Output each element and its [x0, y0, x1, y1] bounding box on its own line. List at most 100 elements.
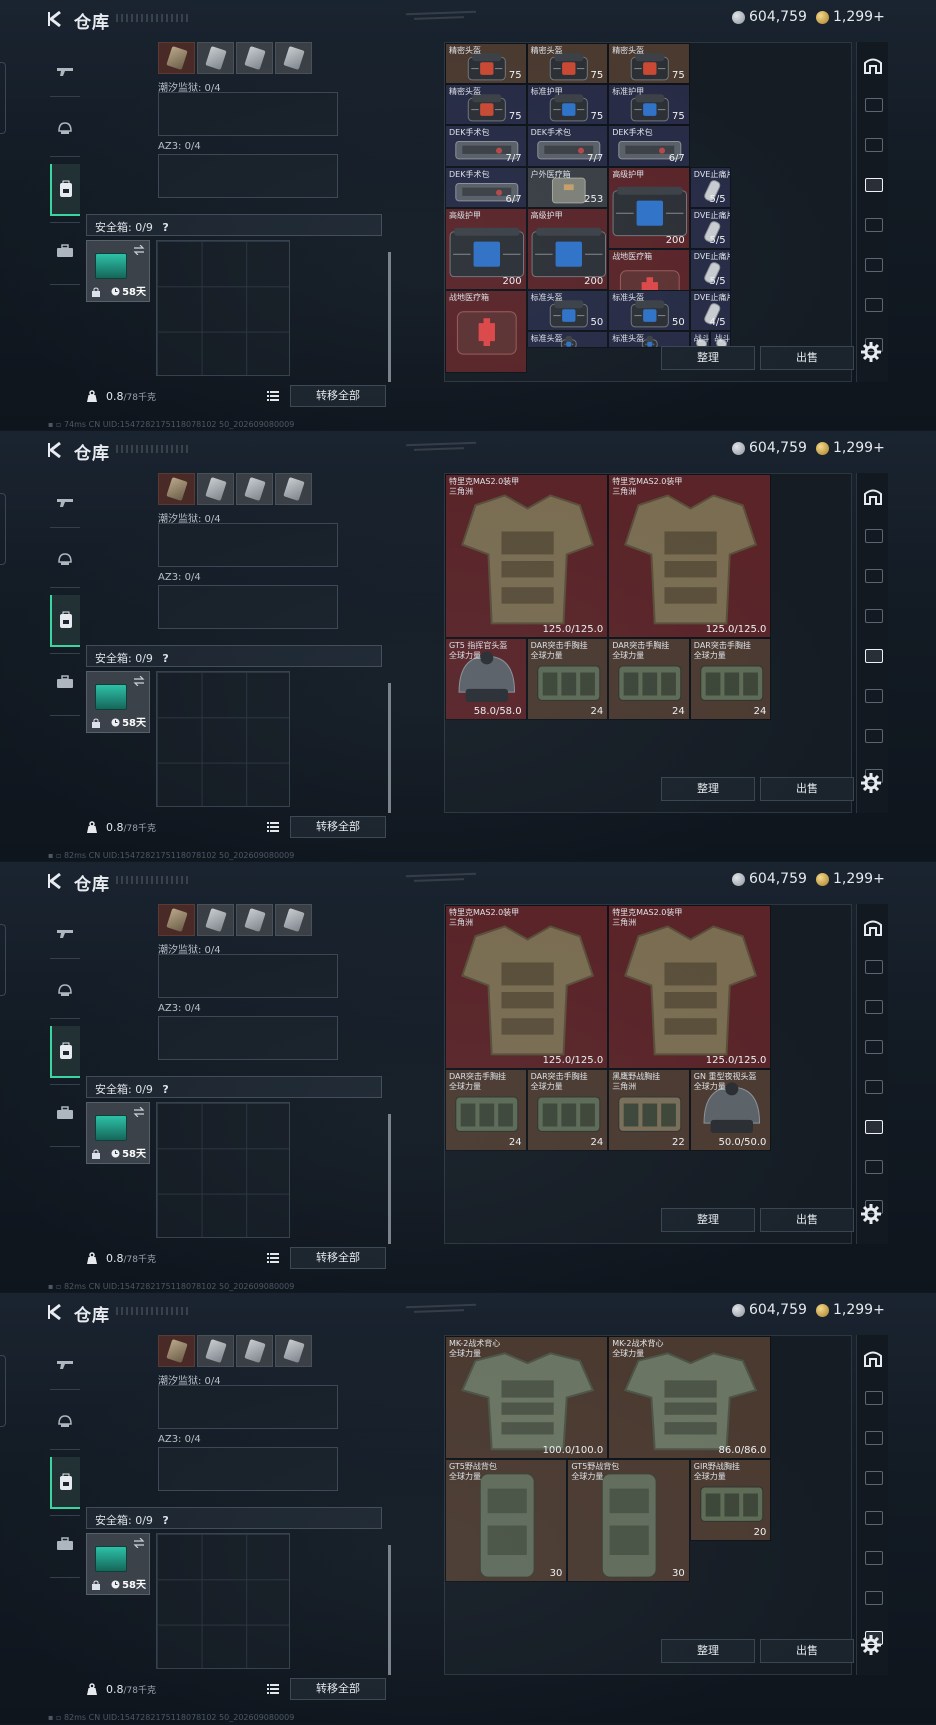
container-slot[interactable]	[236, 473, 273, 505]
safe-box-item[interactable]: 58天	[86, 240, 150, 302]
container-grid[interactable]	[158, 92, 338, 136]
safe-box-grid[interactable]	[156, 671, 290, 807]
safe-box-item[interactable]: 58天	[86, 671, 150, 733]
safe-box-grid[interactable]	[156, 1102, 290, 1238]
container-slot[interactable]	[158, 42, 195, 74]
storage-page-icon[interactable]	[865, 1471, 883, 1485]
container-slot[interactable]	[275, 1335, 312, 1367]
tab-case[interactable]	[50, 226, 80, 276]
transfer-all-button[interactable]: 转移全部	[290, 1678, 386, 1700]
item-cell[interactable]: DVE止痛片 5/5	[689, 249, 731, 291]
container-slot[interactable]	[197, 473, 234, 505]
item-cell[interactable]: GT5野战背包 全球力量 30	[445, 1459, 568, 1582]
edge-drawer-tab[interactable]	[0, 62, 6, 134]
item-cell[interactable]: 标准护甲 75	[608, 84, 690, 126]
sort-button[interactable]: 整理	[661, 777, 755, 801]
storage-page-icon[interactable]	[865, 1431, 883, 1445]
item-cell[interactable]: 特里克MAS2.0装甲 三角洲 125.0/125.0	[608, 905, 772, 1069]
scrollbar[interactable]	[388, 1545, 391, 1675]
storage-page-icon[interactable]	[865, 960, 883, 974]
gold-currency[interactable]: 1,299+	[816, 440, 885, 456]
silver-currency[interactable]: 604,759	[732, 440, 807, 456]
item-cell[interactable]: 战地医疗箱	[445, 290, 527, 373]
storage-page-icon[interactable]	[865, 178, 883, 192]
tab-backpack[interactable]	[50, 595, 80, 647]
storage-page-icon[interactable]	[865, 258, 883, 272]
swap-icon[interactable]	[133, 1538, 145, 1548]
item-cell[interactable]: GT5野战背包 全球力量 30	[567, 1459, 690, 1582]
item-cell[interactable]: 黑鹰野战胸挂 三角洲 22	[608, 1069, 690, 1151]
warehouse-home-icon[interactable]	[863, 487, 883, 505]
sell-button[interactable]: 出售	[760, 777, 854, 801]
safe-box-help-icon[interactable]: ?	[162, 1514, 168, 1527]
storage-page-icon[interactable]	[865, 1391, 883, 1405]
item-cell[interactable]: DAR突击手胸挂 全球力量 24	[608, 638, 690, 720]
storage-page-icon[interactable]	[865, 218, 883, 232]
warehouse-item-grid[interactable]: 精密头盔 75 精密头盔 75 精密头盔 75 精密头盔 75 标准护甲 75 标准护甲 7…	[444, 42, 852, 382]
container-slot[interactable]	[236, 904, 273, 936]
silver-currency[interactable]: 604,759	[732, 871, 807, 887]
item-cell[interactable]: DAR突击手胸挂 全球力量 24	[526, 1069, 609, 1151]
tab-weapons[interactable]	[50, 477, 80, 527]
item-cell[interactable]: DVE止痛片 5/5	[689, 207, 731, 249]
gear-icon[interactable]	[859, 771, 883, 795]
scrollbar[interactable]	[388, 1114, 391, 1244]
item-cell[interactable]: 精密头盔 75	[526, 43, 609, 85]
item-cell[interactable]: DVE止痛片 5/5	[689, 166, 731, 208]
container-slot[interactable]	[236, 1335, 273, 1367]
item-cell[interactable]: DEK手术包 6/7	[608, 125, 690, 167]
item-cell[interactable]: DVE止痛片 4/5	[689, 290, 731, 332]
item-cell[interactable]: 标准头盔	[526, 331, 609, 348]
storage-page-icon[interactable]	[865, 138, 883, 152]
item-cell[interactable]: 特里克MAS2.0装甲 三角洲 125.0/125.0	[445, 474, 609, 638]
storage-page-icon[interactable]	[865, 1591, 883, 1605]
container-slot[interactable]	[197, 1335, 234, 1367]
swap-icon[interactable]	[133, 245, 145, 255]
gold-currency[interactable]: 1,299+	[816, 871, 885, 887]
list-icon[interactable]	[267, 391, 279, 401]
container-slot[interactable]	[158, 904, 195, 936]
safe-box-item[interactable]: 58天	[86, 1102, 150, 1164]
storage-page-icon[interactable]	[865, 1000, 883, 1014]
item-cell[interactable]: 户外医疗箱 253	[526, 166, 609, 208]
item-cell[interactable]: GT5 指挥官头盔 全球力量 58.0/58.0	[445, 638, 527, 720]
storage-page-icon[interactable]	[865, 1551, 883, 1565]
item-cell[interactable]: MK-2战术背心 全球力量 86.0/86.0	[608, 1336, 772, 1459]
tab-case[interactable]	[50, 1088, 80, 1138]
storage-page-icon[interactable]	[865, 1120, 883, 1134]
tab-weapons[interactable]	[50, 46, 80, 96]
storage-page-icon[interactable]	[865, 569, 883, 583]
sell-button[interactable]: 出售	[760, 1639, 854, 1663]
item-cell[interactable]: MK-2战术背心 全球力量 100.0/100.0	[445, 1336, 609, 1459]
gear-icon[interactable]	[859, 1633, 883, 1657]
tab-case[interactable]	[50, 1519, 80, 1569]
safe-box-grid[interactable]	[156, 1533, 290, 1669]
container-slot[interactable]	[236, 42, 273, 74]
sell-button[interactable]: 出售	[760, 346, 854, 370]
storage-page-icon[interactable]	[865, 609, 883, 623]
list-icon[interactable]	[267, 1684, 279, 1694]
safe-box-grid[interactable]	[156, 240, 290, 376]
item-cell[interactable]: 高级护甲 200	[526, 207, 609, 291]
storage-page-icon[interactable]	[865, 1080, 883, 1094]
silver-currency[interactable]: 604,759	[732, 1302, 807, 1318]
warehouse-home-icon[interactable]	[863, 918, 883, 936]
item-cell[interactable]: DEK手术包 7/7	[445, 125, 527, 167]
list-icon[interactable]	[267, 822, 279, 832]
storage-page-icon[interactable]	[865, 1040, 883, 1054]
tab-armor[interactable]	[50, 966, 80, 1016]
tab-armor[interactable]	[50, 535, 80, 585]
swap-icon[interactable]	[133, 1107, 145, 1117]
item-cell[interactable]: DAR突击手胸挂 全球力量 24	[445, 1069, 527, 1151]
item-cell[interactable]: DAR突击手胸挂 全球力量 24	[526, 638, 609, 720]
tab-armor[interactable]	[50, 104, 80, 154]
transfer-all-button[interactable]: 转移全部	[290, 385, 386, 407]
back-chevron-icon[interactable]	[46, 9, 66, 29]
back-chevron-icon[interactable]	[46, 440, 66, 460]
storage-page-icon[interactable]	[865, 689, 883, 703]
transfer-all-button[interactable]: 转移全部	[290, 816, 386, 838]
container-grid[interactable]	[158, 1447, 338, 1491]
container-grid[interactable]	[158, 585, 338, 629]
storage-page-icon[interactable]	[865, 98, 883, 112]
item-cell[interactable]: 精密头盔 75	[445, 43, 527, 85]
